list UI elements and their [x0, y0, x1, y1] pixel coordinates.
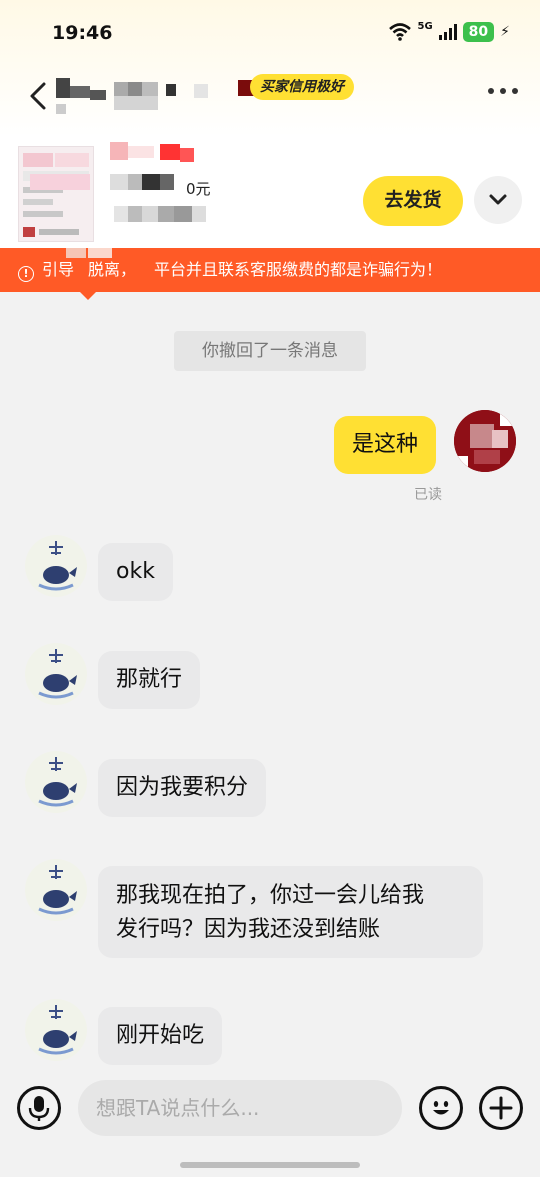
status-bar: 19:46 5G 80 ⚡ [0, 0, 540, 68]
home-indicator [180, 1162, 360, 1168]
charging-icon: ⚡ [500, 24, 510, 40]
contact-avatar[interactable] [25, 535, 87, 597]
signal-icon [438, 24, 457, 40]
contact-message-bubble[interactable]: 那就行 [98, 651, 201, 709]
input-bar [0, 1068, 540, 1177]
status-icons: 5G 80 ⚡ [388, 20, 510, 42]
fraud-warning-banner: ! 引导 脱离， 平台并且联系客服缴费的都是诈骗行为！ [0, 248, 540, 292]
message-input[interactable] [78, 1080, 402, 1136]
status-time: 19:46 [52, 22, 113, 44]
plus-icon [489, 1096, 513, 1120]
message-line: 发行吗？因为我还没到结账 [116, 917, 381, 942]
whale-avatar-icon [25, 535, 87, 597]
my-message-bubble[interactable]: 是这种 [334, 416, 437, 474]
contact-name-redacted [56, 74, 246, 118]
emoji-button[interactable] [419, 1086, 463, 1130]
network-type: 5G [417, 20, 433, 32]
more-actions-button[interactable] [479, 1086, 523, 1130]
my-avatar[interactable] [454, 410, 516, 472]
contact-avatar[interactable] [25, 751, 87, 813]
contact-message-bubble[interactable]: 刚开始吃 [98, 1007, 223, 1065]
warning-icon: ! [18, 266, 34, 282]
contact-message-bubble[interactable]: 那我现在拍了，你过一会儿给我 发行吗？因为我还没到结账 [98, 866, 483, 958]
product-thumbnail [18, 146, 94, 242]
ship-button[interactable]: 去发货 [363, 176, 463, 226]
whale-avatar-icon [25, 643, 87, 705]
battery-level: 80 [462, 22, 495, 42]
expand-button[interactable] [474, 176, 522, 224]
credit-badge: 买家信用极好 [250, 74, 354, 100]
contact-avatar[interactable] [25, 859, 87, 921]
wifi-icon [388, 23, 411, 41]
whale-avatar-icon [25, 751, 87, 813]
voice-button[interactable] [17, 1086, 61, 1130]
whale-avatar-icon [25, 859, 87, 921]
message-line: 那我现在拍了，你过一会儿给我 [116, 883, 425, 908]
contact-message-bubble[interactable]: okk [98, 543, 173, 601]
contact-avatar[interactable] [25, 999, 87, 1061]
recalled-message-notice: 你撤回了一条消息 [174, 331, 366, 371]
emoji-icon [433, 1101, 449, 1115]
product-price: 0元 [186, 180, 211, 198]
whale-avatar-icon [25, 999, 87, 1061]
warning-redacted [66, 248, 126, 292]
product-card[interactable]: 0元 去发货 [0, 138, 540, 248]
chevron-down-icon [489, 194, 507, 205]
chat-header: 买家信用极好 [0, 68, 540, 124]
warning-text-end: 平台并且联系客服缴费的都是诈骗行为！ [154, 260, 443, 279]
contact-avatar[interactable] [25, 643, 87, 705]
more-icon[interactable] [488, 88, 518, 94]
microphone-icon [28, 1096, 50, 1121]
read-receipt: 已读 [414, 487, 442, 503]
contact-message-bubble[interactable]: 因为我要积分 [98, 759, 267, 817]
back-arrow-icon[interactable] [24, 76, 54, 116]
warning-pointer [80, 292, 96, 300]
